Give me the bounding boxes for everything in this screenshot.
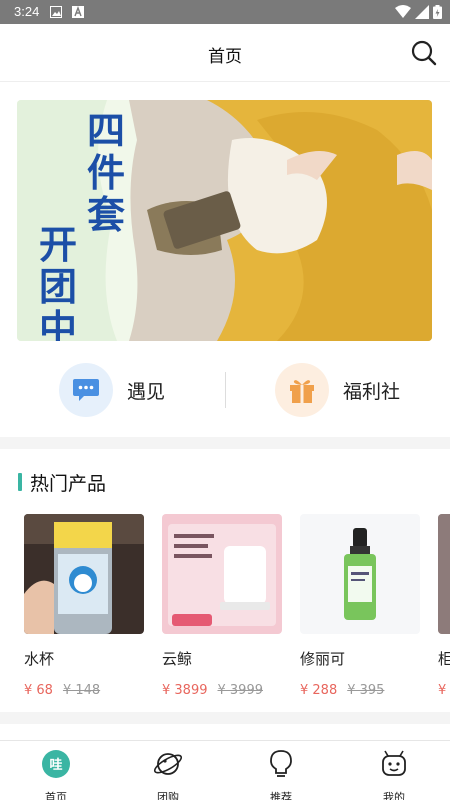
status-time: 3:24: [14, 4, 40, 19]
image-notification-icon: [50, 6, 62, 18]
cellular-signal-icon: [415, 5, 429, 19]
tab-home[interactable]: 哇 首页: [16, 749, 96, 800]
product-card[interactable]: 修丽可 ¥ 288 ¥ 395: [300, 514, 422, 698]
tab-label: 推荐: [270, 791, 292, 800]
font-notification-icon: [72, 6, 84, 18]
wifi-icon: [395, 5, 411, 18]
quick-entry-meet[interactable]: 遇见: [59, 362, 165, 418]
status-bar: 3:24: [0, 0, 450, 24]
robot-face-icon: [382, 750, 406, 776]
section-divider: [0, 712, 450, 724]
lightbulb-icon: [270, 750, 292, 777]
product-card[interactable]: 柜 ¥: [438, 514, 450, 698]
product-image: [300, 514, 420, 634]
page-title: 首页: [208, 47, 242, 67]
product-price: ¥ 68: [24, 683, 53, 698]
top-header: 首页: [0, 24, 450, 82]
promo-banner[interactable]: 四件套 开团中: [17, 100, 432, 341]
product-price: ¥: [438, 683, 447, 698]
product-price: ¥ 3899: [162, 683, 208, 698]
home-icon: 哇: [42, 750, 70, 778]
product-name: 水杯: [24, 650, 55, 668]
product-name: 柜: [438, 650, 450, 668]
product-price: ¥ 288: [300, 683, 338, 698]
product-image: [24, 514, 144, 634]
battery-icon: [433, 5, 442, 19]
quick-entry-label: 遇见: [127, 380, 166, 403]
section-divider: [0, 437, 450, 449]
tab-group-buy[interactable]: 团购: [128, 749, 208, 800]
product-old-price: ¥ 395: [347, 683, 385, 698]
gift-icon: [275, 363, 329, 417]
tab-label: 团购: [157, 791, 179, 800]
product-prices: ¥ 3899 ¥ 3999: [162, 683, 284, 698]
quick-entries: 遇见 福利社: [0, 352, 450, 432]
tab-mine[interactable]: 我的: [354, 749, 434, 800]
banner-text-line2: 开团中: [39, 222, 78, 342]
hot-products-heading: 热门产品: [18, 470, 107, 495]
svg-text:哇: 哇: [49, 757, 62, 773]
product-old-price: ¥ 3999: [217, 683, 264, 698]
section-title: 热门产品: [30, 472, 107, 495]
quick-entry-label: 福利社: [343, 380, 401, 403]
product-image: [162, 514, 282, 634]
product-name: 云鲸: [162, 650, 193, 668]
tab-recommend[interactable]: 推荐: [241, 749, 321, 800]
search-icon[interactable]: [410, 39, 438, 67]
product-card[interactable]: 水杯 ¥ 68 ¥ 148: [24, 514, 146, 698]
product-prices: ¥ 68 ¥ 148: [24, 683, 146, 698]
product-name: 修丽可: [300, 650, 346, 668]
product-card[interactable]: 云鲸 ¥ 3899 ¥ 3999: [162, 514, 284, 698]
product-old-price: ¥ 148: [62, 683, 101, 698]
quick-entry-welfare[interactable]: 福利社: [275, 362, 400, 418]
banner-text-line1: 四件套: [87, 108, 126, 237]
tab-label: 首页: [45, 791, 67, 800]
section-accent-bar: [18, 473, 22, 491]
product-image: [438, 514, 450, 634]
hot-products-list[interactable]: 水杯 ¥ 68 ¥ 148 云鲸 ¥ 3899 ¥ 3999 修丽可 ¥ 288…: [0, 514, 450, 704]
quick-divider: [225, 372, 226, 408]
tab-label: 我的: [383, 791, 405, 800]
planet-icon: [153, 753, 183, 775]
product-prices: ¥ 288 ¥ 395: [300, 683, 422, 698]
bottom-tab-bar: 哇 首页 团购 推荐 我的: [0, 740, 450, 800]
chat-bubble-icon: [59, 363, 113, 417]
product-prices: ¥: [438, 683, 450, 698]
